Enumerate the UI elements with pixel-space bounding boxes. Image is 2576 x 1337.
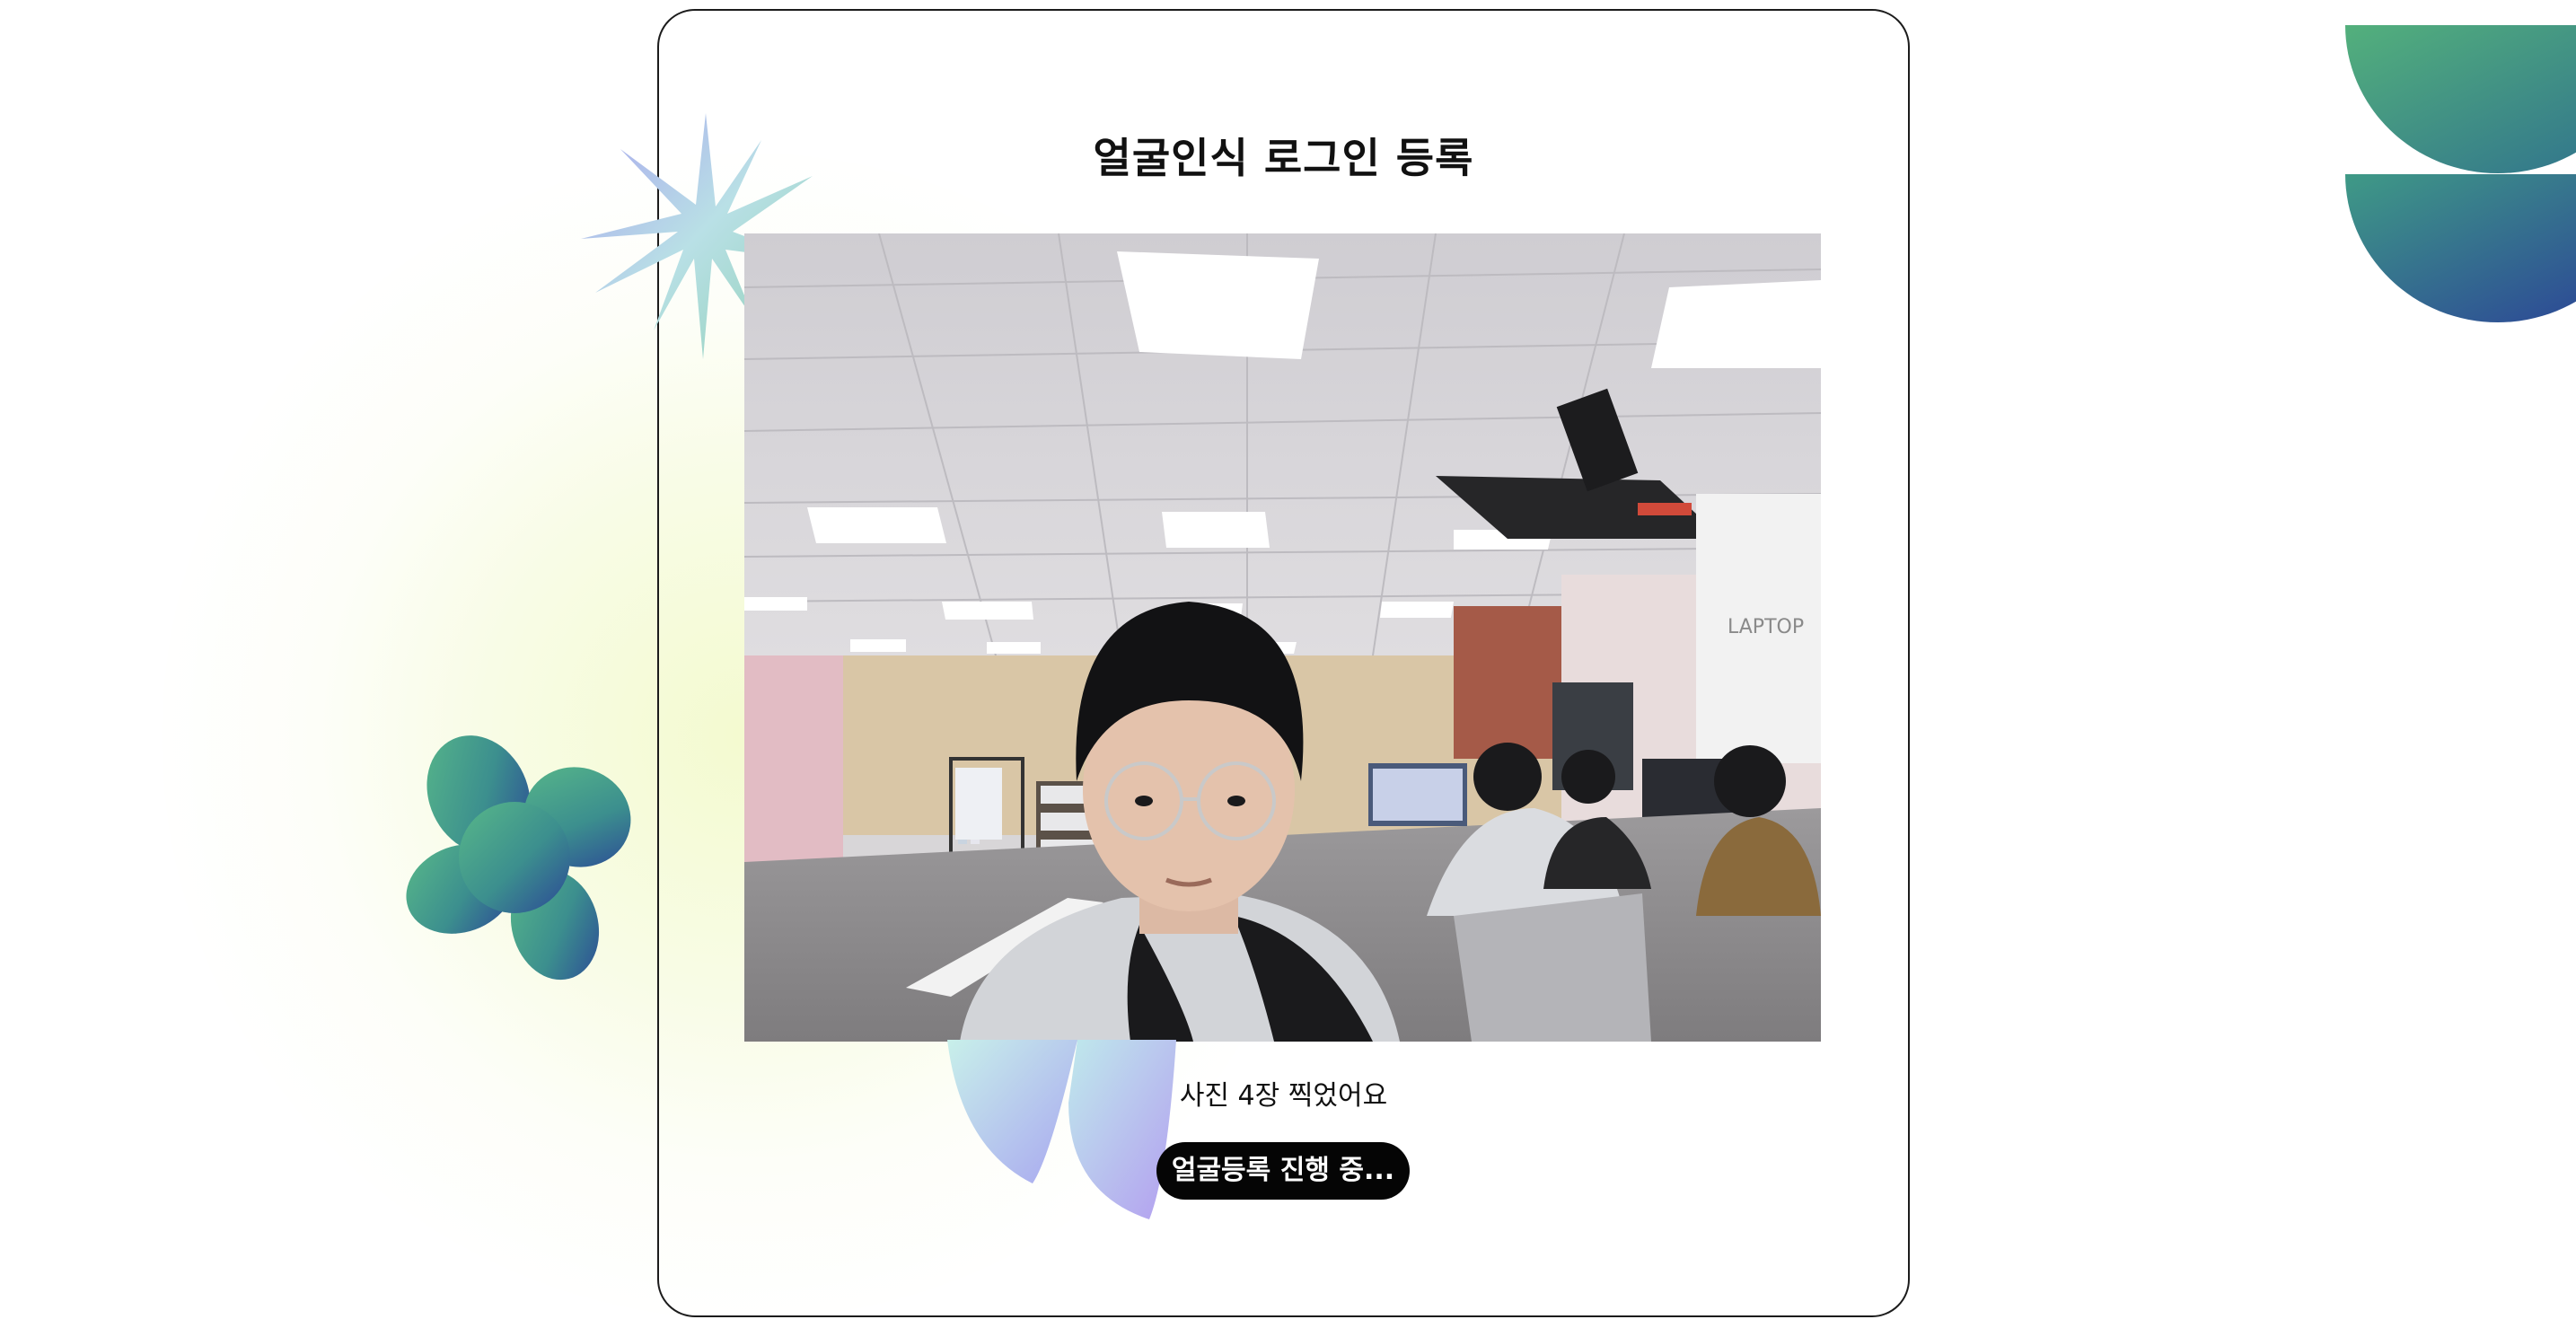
page-title: 얼굴인식 로그인 등록 [1093, 134, 1474, 182]
clover-decoration [406, 735, 631, 981]
laptop-sign: LAPTOP [1728, 616, 1804, 638]
camera-preview: LAPTOP [744, 233, 1821, 1042]
registration-progress-button[interactable]: 얼굴등록 진행 중... [1156, 1142, 1410, 1200]
capture-status-text: 사진 4장 찍었어요 [1179, 1080, 1388, 1112]
half-circle-decoration [2345, 25, 2576, 322]
leaf-decoration [947, 1040, 1176, 1219]
page-stage: 얼굴인식 로그인 등록 LAPTOP 사진 4장 찍었어요 얼굴등록 진행 중.… [0, 0, 2576, 1337]
